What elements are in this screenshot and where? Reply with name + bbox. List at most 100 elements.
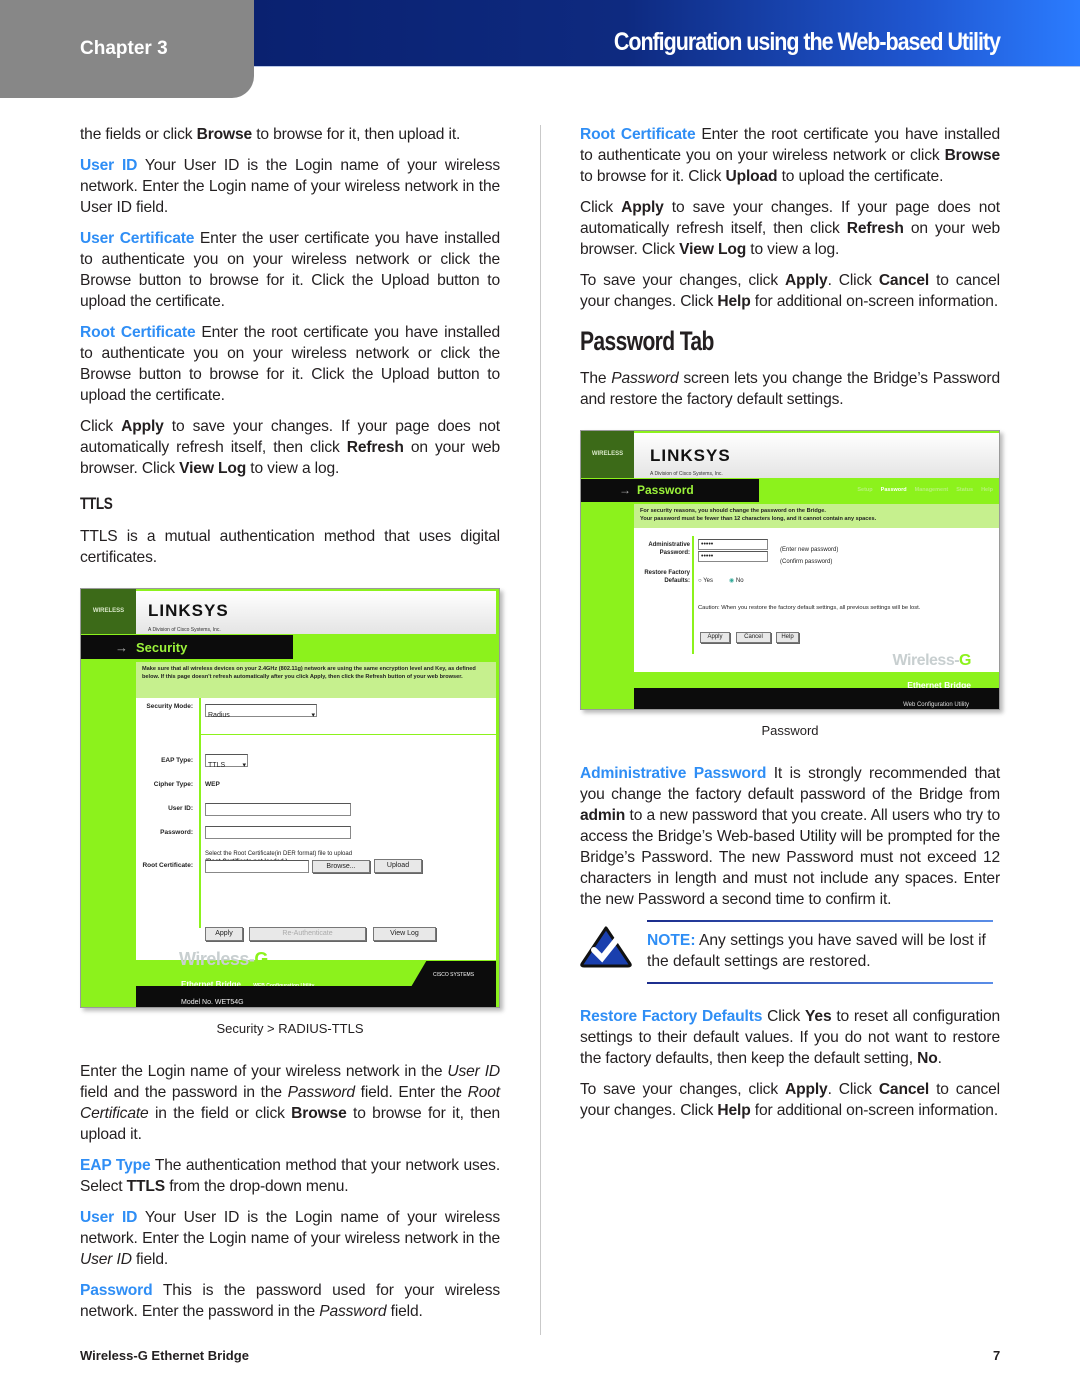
note-box: NOTE: Any settings you have saved will b… xyxy=(580,920,1000,988)
paragraph: TTLS is a mutual authentication method t… xyxy=(80,526,500,568)
form-divider xyxy=(199,698,201,928)
paragraph: EAP Type The authentication method that … xyxy=(80,1155,500,1197)
term-label: EAP Type xyxy=(80,1157,151,1174)
user-id-input[interactable] xyxy=(205,803,351,816)
paragraph: the fields or click Browse to browse for… xyxy=(80,124,500,145)
admin-password-label: Administrative Password: xyxy=(648,542,690,556)
emphasis: Help xyxy=(717,293,751,310)
checkmark-icon xyxy=(580,926,632,968)
wireless-badge: WIRELESS xyxy=(581,431,634,478)
security-caption: Security > RADIUS-TTLS xyxy=(216,1021,364,1036)
security-title: Security xyxy=(136,639,188,655)
chapter-tab: Chapter 3 xyxy=(0,0,254,98)
password-caption: Password xyxy=(761,723,819,738)
password-info: For security reasons, you should change … xyxy=(634,504,999,528)
tab-setup[interactable]: Setup xyxy=(857,480,872,501)
tab-password[interactable]: Password xyxy=(881,480,907,501)
admin-password-input[interactable]: ••••• xyxy=(698,539,768,550)
security-mode-select[interactable]: Radius ▾ xyxy=(205,704,317,719)
text-run: TTLS is a mutual authentication method t… xyxy=(80,528,500,566)
text-run: for additional on-screen information. xyxy=(750,1102,999,1119)
password-title: Password xyxy=(637,483,694,497)
text-run: to upload the certificate. xyxy=(777,168,944,185)
text-run: in the field or click xyxy=(148,1105,292,1122)
text-run: To save your changes, click xyxy=(580,1081,785,1098)
text-run: the fields or click xyxy=(80,126,197,143)
arrow-right-icon: → xyxy=(115,639,128,655)
note-body: Any settings you have saved will be lost… xyxy=(647,932,986,970)
linksys-header: LINKSYS A Division of Cisco Systems, Inc… xyxy=(634,433,999,478)
root-cert-input[interactable] xyxy=(205,860,309,873)
text-run: field. xyxy=(386,1303,423,1320)
emphasis: Password xyxy=(611,370,679,387)
user-id-label: User ID: xyxy=(168,805,193,812)
chevron-down-icon: ▾ xyxy=(242,762,246,769)
linksys-logo: LINKSYS xyxy=(650,446,731,465)
emphasis: Yes xyxy=(805,1008,832,1025)
upload-button[interactable]: Upload xyxy=(374,859,422,873)
wireless-badge: WIRELESS xyxy=(81,589,136,634)
term-label: Root Certificate xyxy=(580,126,696,143)
left-top-text: the fields or click Browse to browse for… xyxy=(80,124,500,568)
security-mode-value: Radius xyxy=(208,712,230,719)
paragraph: Administrative Password It is strongly r… xyxy=(580,763,1000,910)
password-screenshot: WIRELESS LINKSYS A Division of Cisco Sys… xyxy=(580,430,1000,710)
apply-button[interactable]: Apply xyxy=(205,927,243,941)
tab-help[interactable]: Help xyxy=(981,480,993,501)
cipher-type-label: Cipher Type: xyxy=(153,781,193,788)
cisco-logo: CISCO SYSTEMSıllıılı xyxy=(411,961,496,987)
text-run: Your User ID is the Login name of your w… xyxy=(80,1209,500,1247)
reauthenticate-button[interactable]: Re-Authenticate xyxy=(249,927,366,941)
tab-status[interactable]: Status xyxy=(956,480,973,501)
emphasis: View Log xyxy=(679,241,747,258)
page-title-bar: → Password xyxy=(581,479,759,502)
paragraph: User ID Your User ID is the Login name o… xyxy=(80,155,500,218)
paragraph: Click Apply to save your changes. If you… xyxy=(80,416,500,479)
right-middle-text: Administrative Password It is strongly r… xyxy=(580,763,1000,910)
emphasis: Refresh xyxy=(346,439,404,456)
term-label: User ID xyxy=(80,157,138,174)
form-hline xyxy=(199,734,496,735)
linksys-header: LINKSYS A Division of Cisco Systems, Inc… xyxy=(136,591,496,634)
term-label: Administrative Password xyxy=(580,765,767,782)
emphasis: Apply xyxy=(621,199,664,216)
header-bar: Configuration using the Web-based Utilit… xyxy=(254,0,1080,67)
term-label: Password xyxy=(80,1282,153,1299)
browse-button[interactable]: Browse... xyxy=(312,860,370,873)
cancel-button[interactable]: Cancel xyxy=(736,632,771,643)
restore-yes-radio[interactable]: ○ Yes xyxy=(698,571,713,592)
emphasis: Upload xyxy=(725,168,778,185)
page-number: 7 xyxy=(993,1348,1001,1363)
paragraph: User ID Your User ID is the Login name o… xyxy=(80,1207,500,1270)
right-bottom-text: Restore Factory Defaults Click Yes to re… xyxy=(580,1006,1000,1121)
security-form: Security Mode: Radius ▾ EAP Type: TTLS ▾ C… xyxy=(136,698,496,960)
paragraph: Enter the Login name of your wireless ne… xyxy=(80,1061,500,1145)
right-top-text: Root Certificate Enter the root certific… xyxy=(580,124,1000,410)
emphasis: Help xyxy=(717,1102,751,1119)
confirm-password-input[interactable]: ••••• xyxy=(698,551,768,562)
root-cert-label: Root Certificate: xyxy=(142,862,193,869)
left-column: the fields or click Browse to browse for… xyxy=(80,124,500,1332)
emphasis: View Log xyxy=(179,460,247,477)
text-run: to browse for it, then upload it. xyxy=(252,126,461,143)
footer-product: Wireless-G Ethernet Bridge xyxy=(80,1348,249,1363)
tab-management[interactable]: Management xyxy=(915,480,949,501)
text-run: to a new password that you create. All u… xyxy=(580,807,1000,908)
right-column: Root Certificate Enter the root certific… xyxy=(580,124,1000,1131)
eap-type-select[interactable]: TTLS ▾ xyxy=(205,754,248,769)
emphasis: User ID xyxy=(80,1251,132,1268)
paragraph: Click Apply to save your changes. If you… xyxy=(580,197,1000,260)
view-log-button[interactable]: View Log xyxy=(373,927,436,941)
emphasis: Browse xyxy=(944,147,1001,164)
emphasis: Apply xyxy=(121,418,164,435)
cipher-type-value: WEP xyxy=(205,781,220,788)
linksys-logo: LINKSYS xyxy=(148,601,229,620)
password-input[interactable] xyxy=(205,826,351,839)
note-top-rule xyxy=(647,920,993,922)
help-button[interactable]: Help xyxy=(776,632,799,643)
emphasis: Password xyxy=(319,1303,387,1320)
apply-button[interactable]: Apply xyxy=(700,632,730,643)
emphasis: Refresh xyxy=(846,220,904,237)
text-run: to view a log. xyxy=(246,460,340,477)
restore-no-radio[interactable]: ◉ No xyxy=(729,571,744,592)
